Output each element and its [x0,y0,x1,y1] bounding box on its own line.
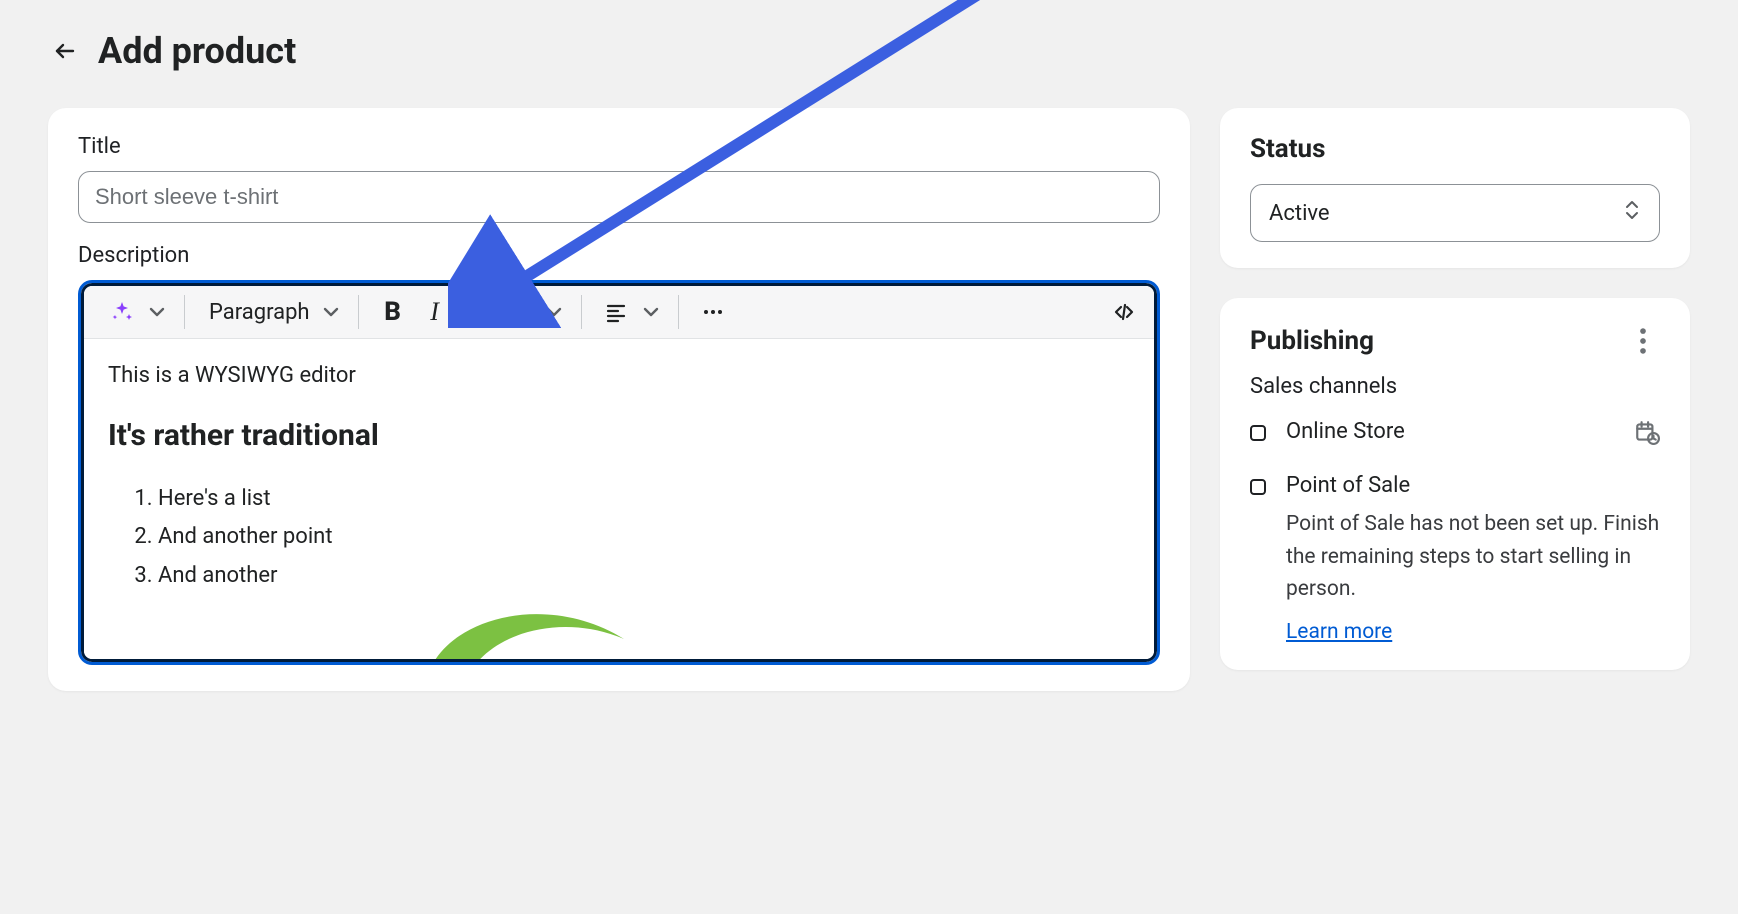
status-label: Status [1250,134,1660,164]
editor-inner: Paragraph B I U [81,283,1157,662]
list-item: Here's a list [158,480,1130,519]
toolbar-separator [678,295,679,329]
channel-row-online-store: Online Store [1250,419,1660,449]
align-button[interactable] [596,292,636,332]
sales-channels-label: Sales channels [1250,374,1660,399]
status-select-value: Active [1269,201,1330,226]
align-dropdown[interactable] [638,292,664,332]
dots-vertical-icon [1626,324,1660,358]
dots-horizontal-icon [701,300,725,324]
page-title: Add product [98,30,296,72]
ai-magic-button[interactable] [102,292,142,332]
italic-button[interactable]: I [415,292,455,332]
channel-name: Online Store [1286,419,1614,444]
editor-ordered-list: Here's a list And another point And anot… [158,480,1130,596]
more-button[interactable] [693,292,733,332]
format-select-label: Paragraph [199,300,316,325]
main-column: Title Description [48,108,1190,691]
channel-schedule-button[interactable] [1634,419,1660,449]
editor-toolbar: Paragraph B I U [84,286,1154,339]
editor-textarea[interactable]: This is a WYSIWYG editor It's rather tra… [84,339,1154,659]
title-input[interactable] [78,171,1160,223]
publishing-card: Publishing Sales channels Online Store [1220,298,1690,670]
learn-more-link[interactable]: Learn more [1286,620,1392,644]
publishing-header: Publishing [1250,324,1660,358]
description-field: Description [78,243,1160,665]
html-view-button[interactable] [1104,292,1144,332]
publishing-more-button[interactable] [1626,324,1660,358]
align-left-icon [604,300,628,324]
format-select[interactable] [318,292,344,332]
chevron-down-icon [542,300,566,324]
layout: Title Description [48,108,1690,691]
channel-description: Point of Sale has not been set up. Finis… [1286,508,1660,606]
toolbar-separator [184,295,185,329]
calendar-clock-icon [1634,419,1660,449]
status-select-wrap: Active [1250,184,1660,242]
sparkle-icon [110,300,134,324]
chevron-down-icon [145,300,169,324]
list-item: And another point [158,518,1130,557]
title-label: Title [78,134,1160,159]
chevron-down-icon [319,300,343,324]
title-field: Title [78,134,1160,223]
text-color-button[interactable] [499,292,539,332]
publishing-title: Publishing [1250,326,1374,356]
text-color-dropdown[interactable] [541,292,567,332]
select-caret-icon [1623,199,1641,227]
side-column: Status Active Publishing Sales channels [1220,108,1690,670]
list-item: And another [158,557,1130,596]
back-button[interactable] [48,34,82,68]
page-header: Add product [48,30,1690,72]
toolbar-separator [358,295,359,329]
arrow-left-icon [53,39,77,63]
product-card: Title Description [48,108,1190,691]
description-label: Description [78,243,1160,268]
channel-row-pos: Point of Sale Point of Sale has not been… [1250,473,1660,644]
bold-button[interactable]: B [373,292,413,332]
editor-container: Paragraph B I U [78,280,1160,665]
ai-magic-dropdown[interactable] [144,292,170,332]
editor-paragraph: This is a WYSIWYG editor [108,359,1130,393]
channel-name: Point of Sale [1286,473,1660,498]
toolbar-separator [581,295,582,329]
code-icon [1112,300,1136,324]
text-color-icon [507,300,531,324]
channel-bullet-icon [1250,479,1266,495]
chevron-down-icon [639,300,663,324]
channel-bullet-icon [1250,425,1266,441]
underline-button[interactable]: U [457,292,497,332]
editor-heading: It's rather traditional [108,413,1130,460]
status-card: Status Active [1220,108,1690,268]
status-select[interactable]: Active [1250,184,1660,242]
